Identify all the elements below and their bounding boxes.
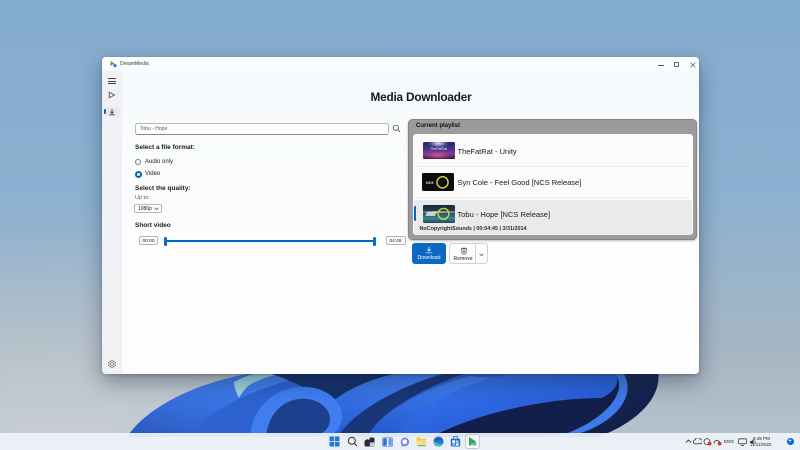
svg-text:NCS: NCS (426, 181, 434, 185)
